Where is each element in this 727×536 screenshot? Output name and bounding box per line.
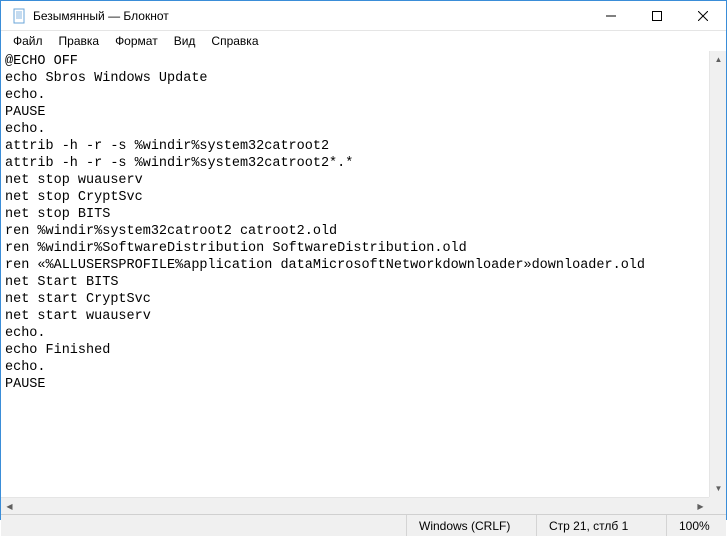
horizontal-scroll-row: ◀ ▶ <box>1 497 726 514</box>
status-position: Стр 21, стлб 1 <box>536 515 666 536</box>
window-controls <box>588 1 726 30</box>
vertical-scrollbar[interactable]: ▲ ▼ <box>709 51 726 497</box>
horizontal-scrollbar[interactable]: ◀ ▶ <box>1 497 709 514</box>
menu-view[interactable]: Вид <box>166 32 204 50</box>
status-zoom: 100% <box>666 515 726 536</box>
window-title: Безымянный — Блокнот <box>33 9 588 23</box>
scrollbar-corner <box>709 497 726 514</box>
scroll-up-icon[interactable]: ▲ <box>710 51 727 68</box>
menu-edit[interactable]: Правка <box>51 32 108 50</box>
notepad-icon <box>11 8 27 24</box>
scroll-left-icon[interactable]: ◀ <box>1 498 18 515</box>
menu-format[interactable]: Формат <box>107 32 166 50</box>
scroll-track-vertical[interactable] <box>710 68 726 480</box>
status-encoding: Windows (CRLF) <box>406 515 536 536</box>
editor-area: @ECHO OFF echo Sbros Windows Update echo… <box>1 51 726 497</box>
close-button[interactable] <box>680 1 726 31</box>
scroll-right-icon[interactable]: ▶ <box>692 498 709 515</box>
maximize-button[interactable] <box>634 1 680 31</box>
menu-help[interactable]: Справка <box>203 32 266 50</box>
minimize-button[interactable] <box>588 1 634 31</box>
menubar: Файл Правка Формат Вид Справка <box>1 31 726 51</box>
scroll-down-icon[interactable]: ▼ <box>710 480 727 497</box>
menu-file[interactable]: Файл <box>5 32 51 50</box>
text-editor[interactable]: @ECHO OFF echo Sbros Windows Update echo… <box>1 51 709 497</box>
scroll-track-horizontal[interactable] <box>18 498 692 514</box>
titlebar: Безымянный — Блокнот <box>1 1 726 31</box>
statusbar: Windows (CRLF) Стр 21, стлб 1 100% <box>1 514 726 536</box>
